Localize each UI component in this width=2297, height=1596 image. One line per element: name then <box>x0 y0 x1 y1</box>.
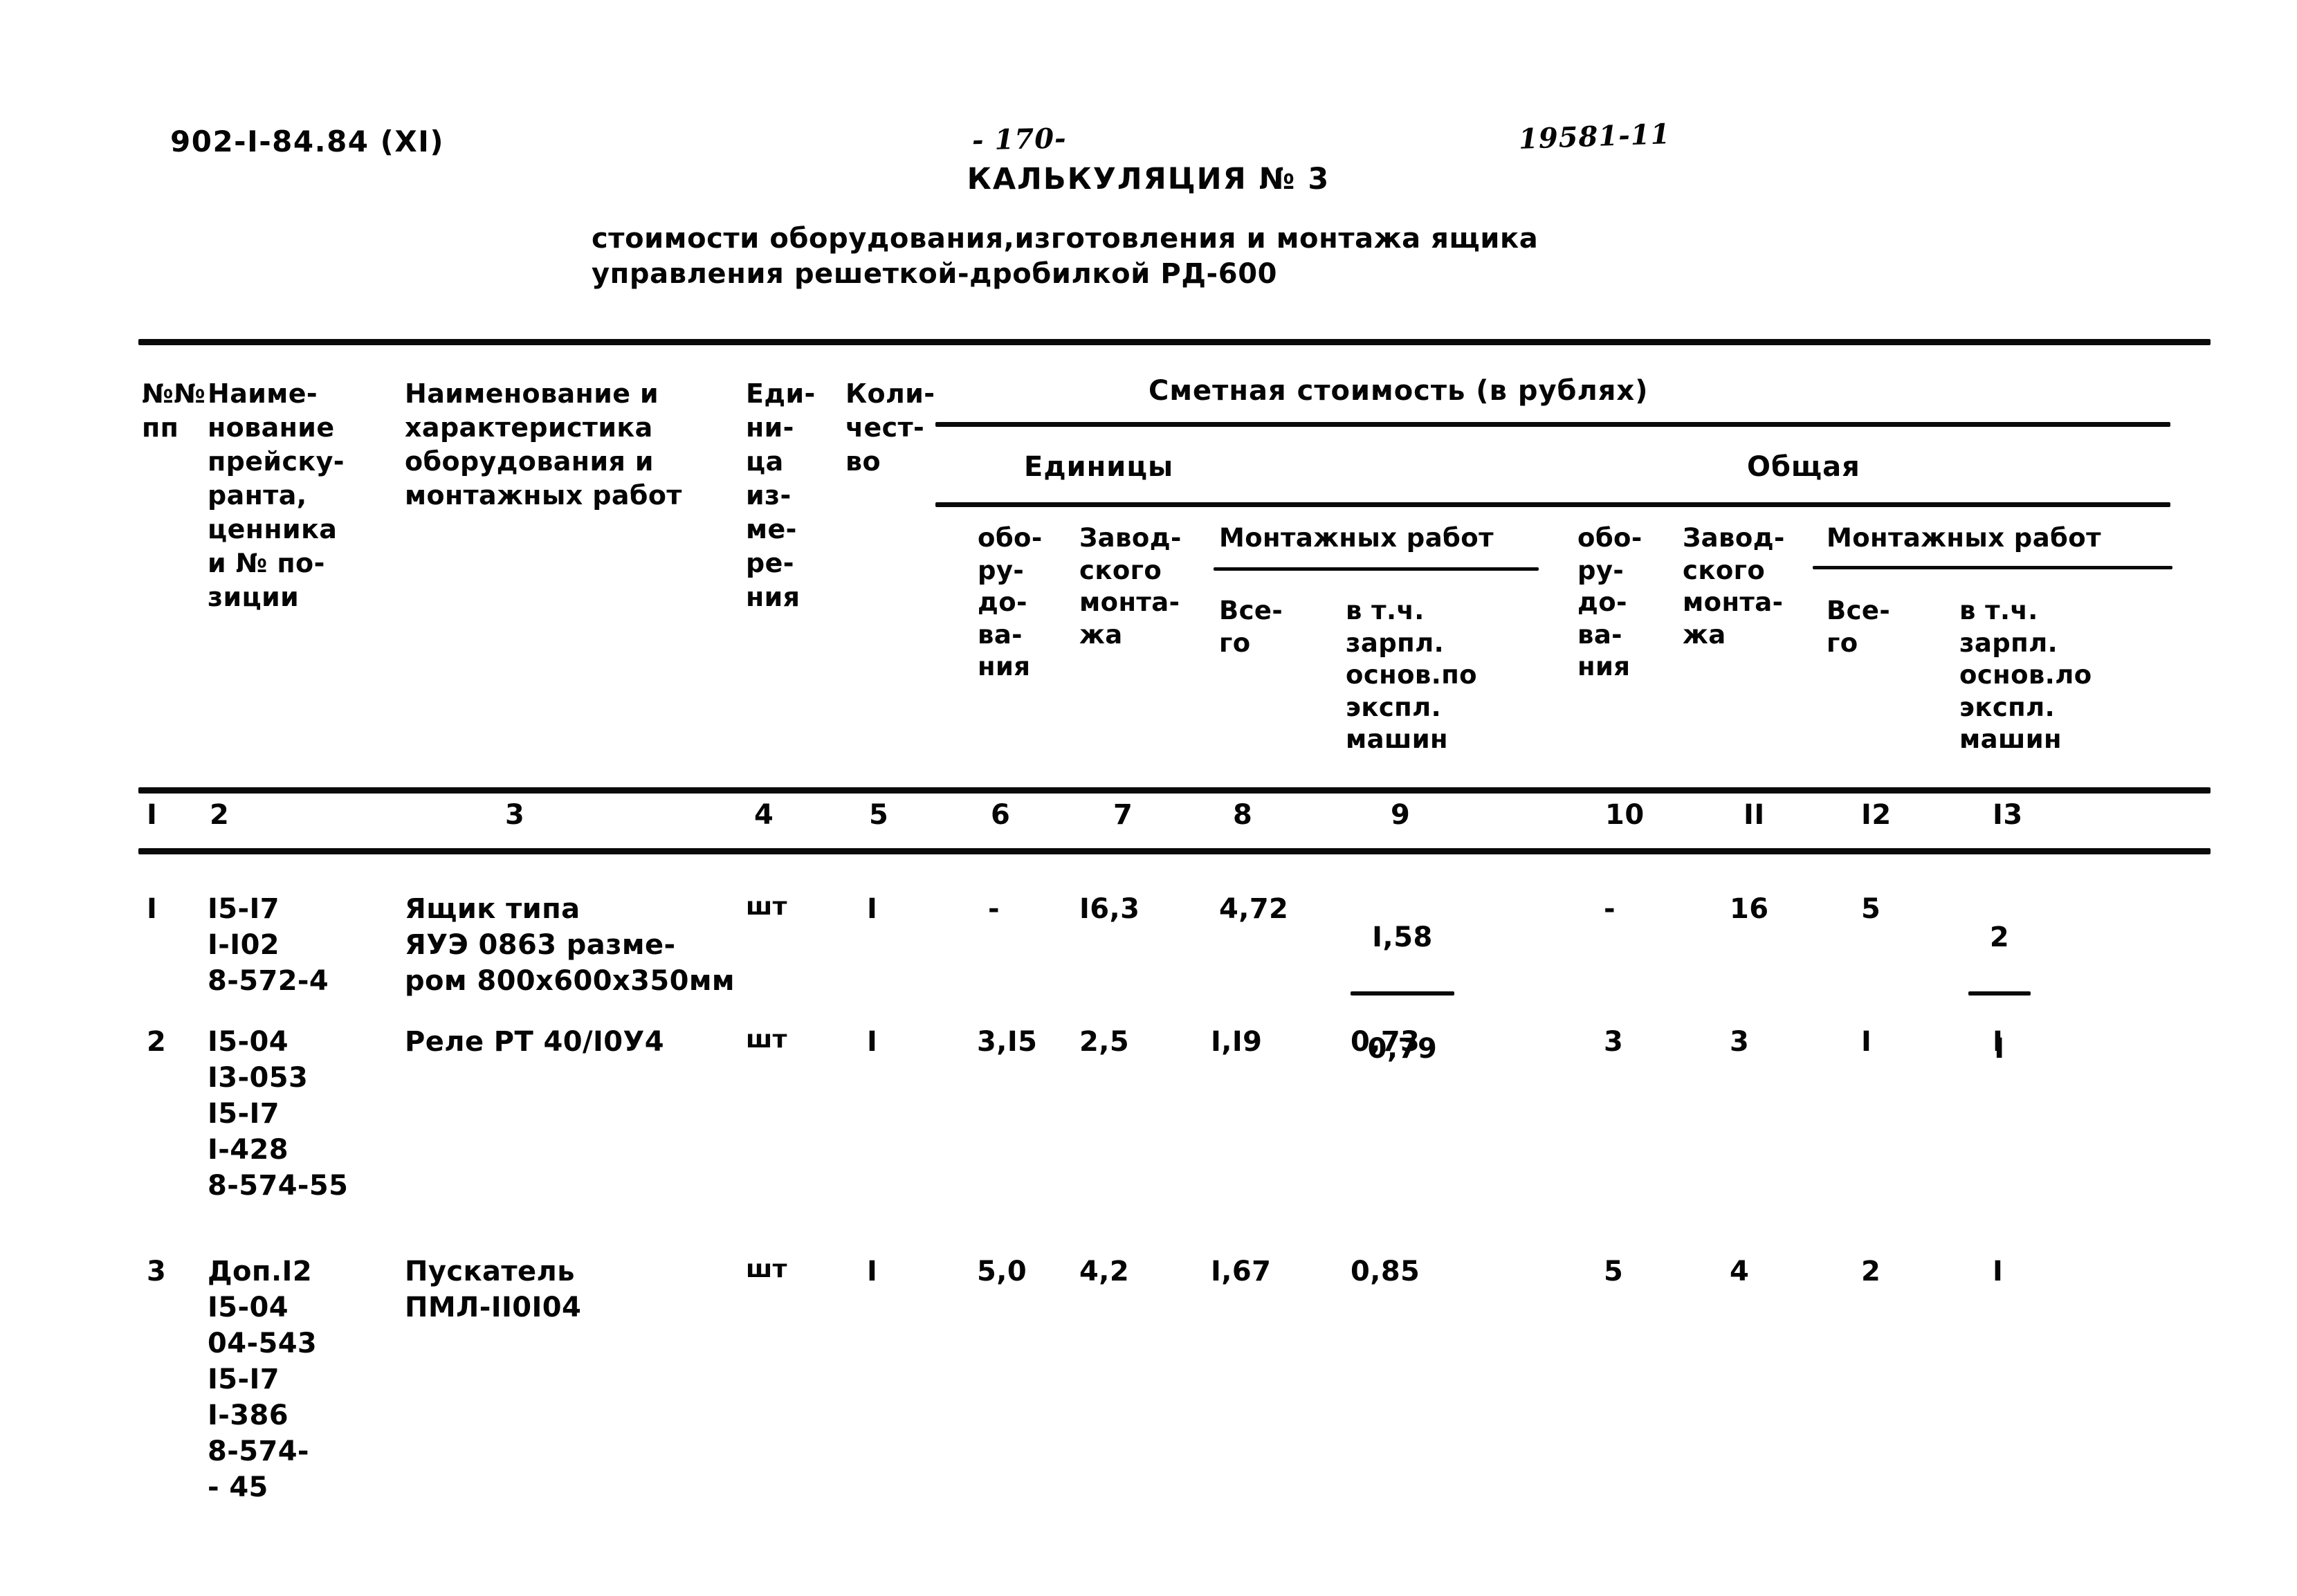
cost-group-rule <box>935 422 2170 427</box>
mount-right-rule <box>1813 566 2172 569</box>
unit-mount-total-cost: 4,72 <box>1219 893 1289 925</box>
row-number: 2 <box>147 1026 167 1058</box>
header-col-8: Все- го <box>1219 596 1283 658</box>
column-number-5: 5 <box>869 799 889 831</box>
header-col-4: Еди- ни- ца из- ме- ре- ния <box>746 378 816 613</box>
document-code: 902-I-84.84 (XI) <box>170 125 445 158</box>
total-equipment-cost: - <box>1604 893 1616 925</box>
column-number-12: I2 <box>1861 799 1892 831</box>
column-number-3: 3 <box>505 799 525 831</box>
header-mount-right: Монтажных работ <box>1827 523 2101 553</box>
column-number-13: I3 <box>1993 799 2023 831</box>
header-total-group: Общая <box>1747 451 1860 483</box>
unit-of-measure: шт <box>746 1255 787 1283</box>
total-factory-mount-cost: 3 <box>1730 1026 1750 1058</box>
header-col-3: Наименование и характеристика оборудован… <box>405 378 682 511</box>
column-number-11: II <box>1744 799 1765 831</box>
item-description: Реле РТ 40/I0У4 <box>405 1026 664 1058</box>
total-mount-total-cost: 5 <box>1861 893 1881 925</box>
page-number: - 170- <box>971 122 1068 157</box>
column-number-9: 9 <box>1391 799 1411 831</box>
column-number-1: I <box>147 799 158 831</box>
price-reference: I5-I7 I-I02 8-572-4 <box>208 893 329 997</box>
unit-mount-salary-cost: 0,85 <box>1351 1256 1420 1287</box>
quantity: I <box>867 893 878 925</box>
unit-factory-mount-cost: 4,2 <box>1079 1256 1130 1287</box>
colnum-bottom-rule <box>138 848 2211 854</box>
column-number-8: 8 <box>1233 799 1253 831</box>
unit-mount-salary-cost: 0,73 <box>1351 1026 1420 1058</box>
fraction-bar <box>1351 991 1454 996</box>
total-equipment-cost: 5 <box>1604 1256 1624 1287</box>
fraction-bar <box>1968 991 2031 996</box>
calculation-subtitle: стоимости оборудования,изготовления и мо… <box>592 223 1539 291</box>
header-col-5: Коли- чест- во <box>845 378 935 477</box>
unit-mount-total-cost: I,I9 <box>1211 1026 1263 1058</box>
column-number-2: 2 <box>210 799 230 831</box>
unit-of-measure: шт <box>746 1025 787 1054</box>
column-number-7: 7 <box>1113 799 1133 831</box>
total-mount-total-cost: 2 <box>1861 1256 1881 1287</box>
unit-equipment-cost: - <box>988 893 1000 925</box>
total-mount-salary-cost: I <box>1993 1026 2004 1058</box>
item-description: Пускатель ПМЛ-II0I04 <box>405 1256 582 1323</box>
total-factory-mount-cost: 16 <box>1730 893 1769 925</box>
price-reference: Доп.I2 I5-04 04-543 I5-I7 I-386 8-574- -… <box>208 1256 318 1503</box>
total-mount-salary-numerator: 2 <box>1989 921 2010 953</box>
header-cost-group: Сметная стоимость (в рублях) <box>1148 375 1649 407</box>
item-description: Ящик типа ЯУЭ 0863 разме- ром 800х600х35… <box>405 893 735 997</box>
quantity: I <box>867 1256 878 1287</box>
header-mount-left: Монтажных работ <box>1219 523 1494 553</box>
header-col-6: обо- ру- до- ва- ния <box>978 523 1043 682</box>
total-mount-salary-cost: I <box>1993 1256 2004 1287</box>
table-top-rule <box>138 339 2211 345</box>
header-unit-group: Единицы <box>1024 451 1174 483</box>
row-number: 3 <box>147 1256 167 1287</box>
unit-mount-salary-fraction: I,58 0,79 <box>1351 887 1454 1100</box>
header-col-9: в т.ч. зарпл. основ.по экспл. машин <box>1346 596 1477 755</box>
unit-of-measure: шт <box>746 892 787 921</box>
colnum-top-rule <box>138 787 2211 794</box>
total-mount-salary-fraction: 2 I <box>1968 887 2031 1100</box>
unit-equipment-cost: 5,0 <box>977 1256 1027 1287</box>
header-col-13: в т.ч. зарпл. основ.ло экспл. машин <box>1959 596 2092 755</box>
row-number: I <box>147 893 158 925</box>
header-col-2: Наиме- нование прейску- ранта, ценника и… <box>208 378 345 613</box>
unit-factory-mount-cost: I6,3 <box>1079 893 1140 925</box>
unit-factory-mount-cost: 2,5 <box>1079 1026 1130 1058</box>
column-number-10: 10 <box>1605 799 1645 831</box>
unit-mount-total-cost: I,67 <box>1211 1256 1272 1287</box>
calculation-title: КАЛЬКУЛЯЦИЯ № 3 <box>967 162 1330 196</box>
header-col-11: Завод- ского монта- жа <box>1683 523 1785 650</box>
column-number-4: 4 <box>754 799 774 831</box>
header-col-12: Все- го <box>1827 596 1891 658</box>
archive-number: 19581-11 <box>1518 118 1672 156</box>
unit-total-group-rule <box>935 502 2170 507</box>
quantity: I <box>867 1026 878 1058</box>
column-number-6: 6 <box>991 799 1011 831</box>
unit-equipment-cost: 3,I5 <box>977 1026 1038 1058</box>
unit-mount-salary-numerator: I,58 <box>1372 921 1433 953</box>
total-factory-mount-cost: 4 <box>1730 1256 1750 1287</box>
mount-left-rule <box>1214 567 1539 571</box>
price-reference: I5-04 I3-053 I5-I7 I-428 8-574-55 <box>208 1026 349 1202</box>
header-col-7: Завод- ского монта- жа <box>1079 523 1182 650</box>
total-equipment-cost: 3 <box>1604 1026 1624 1058</box>
total-mount-total-cost: I <box>1861 1026 1872 1058</box>
header-col-10: обо- ру- до- ва- ния <box>1577 523 1642 682</box>
